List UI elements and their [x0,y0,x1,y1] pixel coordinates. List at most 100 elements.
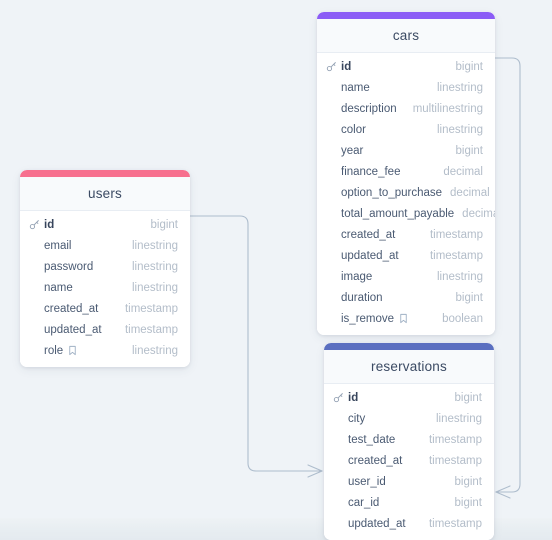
field-type-label: timestamp [124,302,178,315]
field-row[interactable]: password linestring [20,256,190,277]
field-name-label: created_at [44,302,99,315]
table-title: users [20,177,190,211]
field-row[interactable]: option_to_purchase decimal [317,182,495,203]
field-type-label: timestamp [429,228,483,241]
field-name-label: updated_at [341,249,399,262]
field-type-label: linestring [131,281,178,294]
table-accent-bar [20,170,190,177]
field-name-group: updated_at [29,324,102,336]
field-row[interactable]: car_id bigint [324,492,494,513]
field-row[interactable]: description multilinestring [317,98,495,119]
field-name-label: finance_fee [341,165,401,178]
field-row[interactable]: email linestring [20,235,190,256]
field-type-label: decimal [462,207,495,220]
edge-users-reservations [189,215,323,472]
table-field-list: id bigint city linestring test_date timestamp… [324,384,494,540]
field-name-group: city [333,413,365,425]
field-row[interactable]: is_remove boolean [317,308,495,329]
field-row[interactable]: name linestring [317,77,495,98]
field-name-group: finance_fee [326,166,400,178]
field-type-label: timestamp [429,249,483,262]
field-row[interactable]: test_date timestamp [324,429,494,450]
field-type-label: decimal [450,186,490,199]
field-name-group: role [29,345,77,357]
field-type-label: boolean [442,312,483,325]
field-row[interactable]: created_at timestamp [20,298,190,319]
field-row[interactable]: finance_fee decimal [317,161,495,182]
field-name-group: updated_at [326,250,399,262]
key-icon [326,61,337,72]
field-row[interactable]: user_id bigint [324,471,494,492]
key-icon [29,219,40,230]
crowsfoot-cars-reservations [495,485,511,499]
field-type-label: timestamp [428,433,482,446]
field-name-label: password [44,260,94,273]
field-name-label: created_at [348,454,403,467]
field-name-group: total_amount_payable [326,208,454,220]
field-type-label: bigint [455,291,484,304]
key-icon [333,392,344,403]
field-name-group: test_date [333,434,395,446]
field-name-label: image [341,270,373,283]
field-name-group: is_remove [326,313,408,325]
field-type-label: linestring [436,270,483,283]
field-type-label: timestamp [428,454,482,467]
field-row[interactable]: created_at timestamp [324,450,494,471]
field-row[interactable]: id bigint [317,56,495,77]
field-name-label: color [341,123,366,136]
table-field-list: id bigint name linestring description multili… [317,53,495,335]
table-accent-bar [317,12,495,19]
field-name-group: email [29,240,71,252]
field-row[interactable]: year bigint [317,140,495,161]
table-card-users[interactable]: users id bigint email linestring password line… [20,170,190,367]
field-name-label: user_id [348,475,386,488]
field-name-label: duration [341,291,383,304]
field-name-group: updated_at [333,518,406,530]
field-name-group: car_id [333,497,379,509]
field-name-label: option_to_purchase [341,186,443,199]
field-name-group: name [326,82,370,94]
field-type-label: timestamp [428,517,482,530]
field-name-label: name [44,281,73,294]
field-row[interactable]: total_amount_payable decimal [317,203,495,224]
field-row[interactable]: image linestring [317,266,495,287]
field-row[interactable]: created_at timestamp [317,224,495,245]
field-row[interactable]: role linestring [20,340,190,361]
table-card-reservations[interactable]: reservations id bigint city linestring test_d… [324,343,494,540]
erd-canvas: users id bigint email linestring password line… [0,0,552,540]
table-card-cars[interactable]: cars id bigint name linestring description mul… [317,12,495,335]
field-name-group: created_at [29,303,98,315]
field-row[interactable]: id bigint [20,214,190,235]
field-type-label: bigint [455,144,484,157]
field-row[interactable]: updated_at timestamp [20,319,190,340]
bookmark-icon[interactable] [399,313,408,324]
field-name-group: id [333,392,358,404]
field-name-group: id [326,61,351,73]
field-row[interactable]: duration bigint [317,287,495,308]
field-row[interactable]: id bigint [324,387,494,408]
table-title: reservations [324,350,494,384]
field-type-label: linestring [131,260,178,273]
field-name-label: year [341,144,364,157]
field-name-group: created_at [333,455,402,467]
field-type-label: bigint [455,60,484,73]
table-accent-bar [324,343,494,350]
bookmark-icon[interactable] [68,345,77,356]
field-name-label: car_id [348,496,380,509]
field-row[interactable]: city linestring [324,408,494,429]
field-row[interactable]: color linestring [317,119,495,140]
field-name-label: created_at [341,228,396,241]
field-name-label: test_date [348,433,396,446]
field-row[interactable]: updated_at timestamp [317,245,495,266]
field-name-label: description [341,102,397,115]
field-name-group: password [29,261,93,273]
field-type-label: bigint [150,218,179,231]
field-type-label: linestring [436,123,483,136]
field-type-label: bigint [454,496,483,509]
field-name-label: updated_at [44,323,102,336]
field-name-label: email [44,239,72,252]
field-row[interactable]: name linestring [20,277,190,298]
field-name-group: created_at [326,229,395,241]
field-row[interactable]: updated_at timestamp [324,513,494,534]
field-name-label: role [44,344,64,357]
